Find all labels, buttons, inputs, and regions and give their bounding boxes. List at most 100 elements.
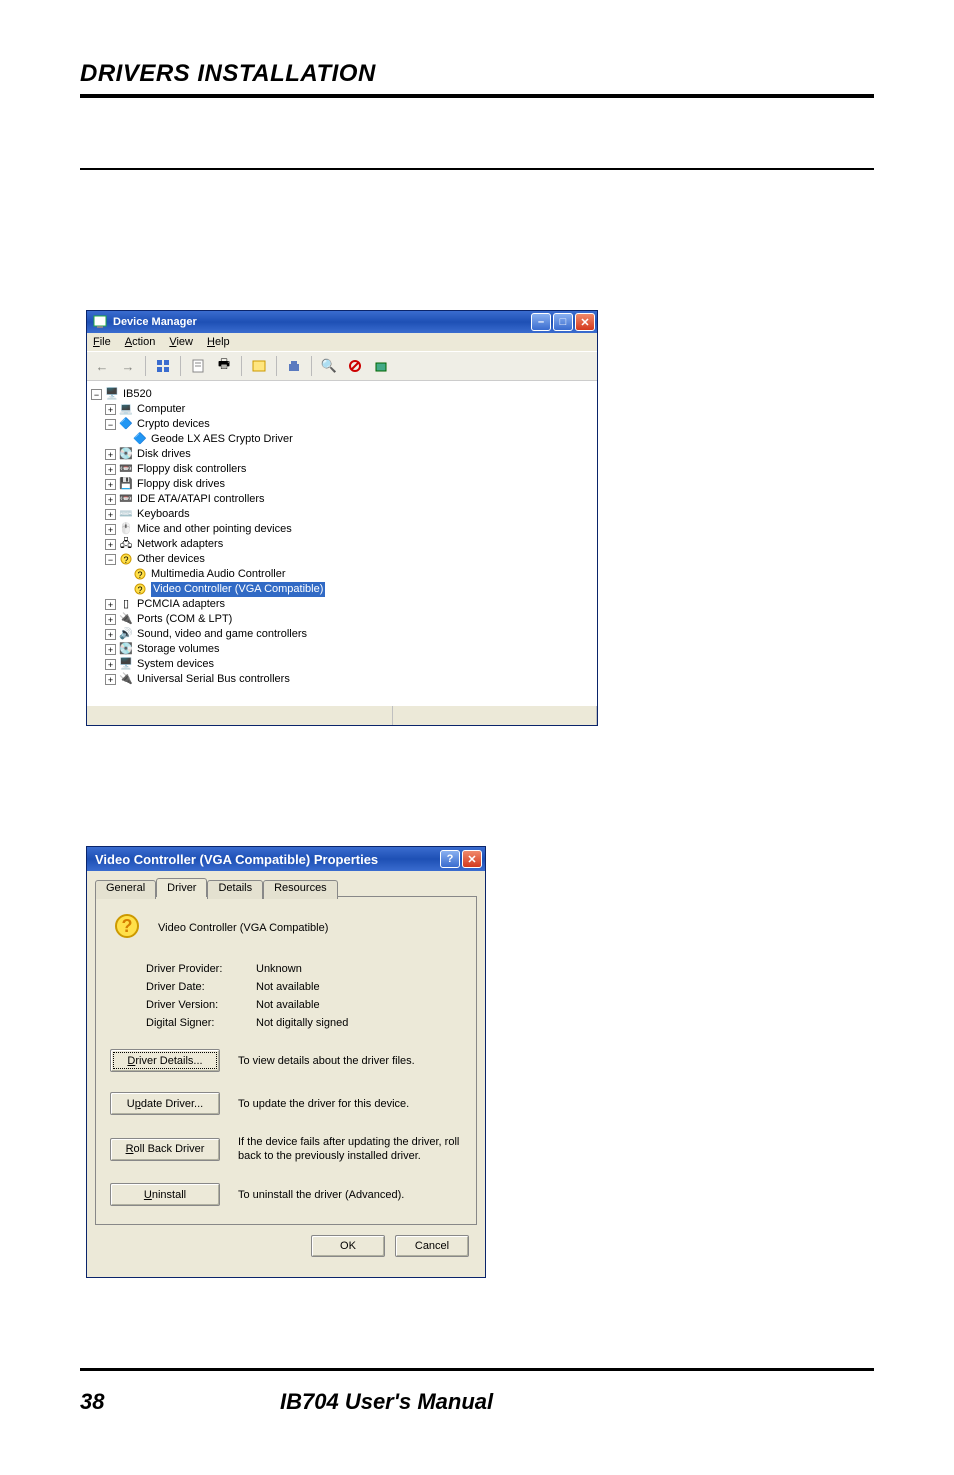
close-button[interactable]: ✕	[575, 313, 595, 331]
driver-details-button[interactable]: Driver Details...	[110, 1049, 220, 1072]
ide-icon: 📼	[119, 493, 133, 507]
expand-icon[interactable]: +	[105, 629, 116, 640]
menu-bar: File Action View Help	[87, 333, 597, 351]
expand-icon[interactable]: +	[105, 464, 116, 475]
menu-help[interactable]: Help	[207, 336, 230, 348]
menu-action[interactable]: Action	[125, 336, 156, 348]
tab-resources[interactable]: Resources	[263, 880, 338, 899]
expand-icon[interactable]: +	[105, 599, 116, 610]
expand-icon[interactable]: +	[105, 674, 116, 685]
separator	[311, 356, 312, 376]
storage-icon: 💽	[119, 643, 133, 657]
tab-general[interactable]: General	[95, 880, 156, 899]
question-icon: ?	[110, 911, 144, 945]
roll-back-desc: If the device fails after updating the d…	[238, 1135, 462, 1163]
expand-icon[interactable]: +	[105, 449, 116, 460]
tree-item[interactable]: Disk drives	[137, 447, 191, 462]
page-header: DRIVERS INSTALLATION	[80, 60, 874, 88]
label-provider: Driver Provider:	[146, 963, 256, 975]
floppy-controller-icon: 📼	[119, 463, 133, 477]
titlebar[interactable]: Video Controller (VGA Compatible) Proper…	[87, 847, 485, 871]
rule-thin	[80, 168, 874, 170]
expand-icon[interactable]: +	[105, 644, 116, 655]
tree-item[interactable]: Multimedia Audio Controller	[151, 567, 286, 582]
value-version: Not available	[256, 999, 320, 1011]
expand-icon[interactable]: +	[105, 539, 116, 550]
expand-icon[interactable]: +	[105, 479, 116, 490]
expand-icon[interactable]: +	[105, 614, 116, 625]
roll-back-button[interactable]: Roll Back Driver	[110, 1138, 220, 1161]
uninstall-button[interactable]: Uninstall	[110, 1183, 220, 1206]
menu-file[interactable]: File	[93, 336, 111, 348]
update-driver-desc: To update the driver for this device.	[238, 1097, 462, 1111]
rule-thick	[80, 94, 874, 98]
tree-item[interactable]: Floppy disk controllers	[137, 462, 246, 477]
cancel-button[interactable]: Cancel	[395, 1235, 469, 1257]
label-version: Driver Version:	[146, 999, 256, 1011]
expand-icon[interactable]: +	[105, 524, 116, 535]
forward-icon: →	[119, 357, 137, 375]
tree-item[interactable]: Floppy disk drives	[137, 477, 225, 492]
collapse-icon[interactable]: −	[105, 419, 116, 430]
footer-rule	[80, 1368, 874, 1371]
footer-title: IB704 User's Manual	[280, 1389, 493, 1415]
disable-icon[interactable]	[346, 357, 364, 375]
tree-item[interactable]: Sound, video and game controllers	[137, 627, 307, 642]
properties-dialog: Video Controller (VGA Compatible) Proper…	[86, 846, 486, 1278]
update-icon[interactable]	[250, 357, 268, 375]
tab-details[interactable]: Details	[207, 880, 263, 899]
page-footer: 38 IB704 User's Manual	[0, 1368, 954, 1415]
sound-icon: 🔊	[119, 628, 133, 642]
print-icon[interactable]: 🖶	[215, 357, 233, 375]
tree-item[interactable]: Crypto devices	[137, 417, 210, 432]
tree-root[interactable]: IB520	[123, 387, 152, 402]
tree-item[interactable]: Mice and other pointing devices	[137, 522, 292, 537]
collapse-icon[interactable]: −	[91, 389, 102, 400]
tree-item[interactable]: Computer	[137, 402, 185, 417]
titlebar[interactable]: Device Manager – □ ✕	[87, 311, 597, 333]
tree-item[interactable]: Ports (COM & LPT)	[137, 612, 232, 627]
tree-item[interactable]: Network adapters	[137, 537, 223, 552]
uninstall-desc: To uninstall the driver (Advanced).	[238, 1188, 462, 1202]
scan-icon[interactable]: 🔍	[320, 357, 338, 375]
menu-view[interactable]: View	[169, 336, 193, 348]
minimize-button[interactable]: –	[531, 313, 551, 331]
uninstall-icon[interactable]	[285, 357, 303, 375]
tree-item[interactable]: PCMCIA adapters	[137, 597, 225, 612]
expand-icon[interactable]: +	[105, 494, 116, 505]
svg-text:?: ?	[123, 555, 128, 565]
keyboard-icon: ⌨️	[119, 508, 133, 522]
help-button[interactable]: ?	[440, 850, 460, 868]
device-name: Video Controller (VGA Compatible)	[158, 922, 328, 934]
value-date: Not available	[256, 981, 320, 993]
expand-icon[interactable]: +	[105, 404, 116, 415]
value-signer: Not digitally signed	[256, 1017, 348, 1029]
update-driver-button[interactable]: Update Driver...	[110, 1092, 220, 1115]
tree-item-selected[interactable]: Video Controller (VGA Compatible)	[151, 582, 325, 597]
tree-item[interactable]: Universal Serial Bus controllers	[137, 672, 290, 687]
tree-item[interactable]: System devices	[137, 657, 214, 672]
grid-icon[interactable]	[154, 357, 172, 375]
separator	[276, 356, 277, 376]
tree-item[interactable]: Storage volumes	[137, 642, 220, 657]
device-tree[interactable]: −🖥️IB520 +💻Computer −🔷Crypto devices 🔷Ge…	[87, 381, 597, 705]
expand-icon[interactable]: +	[105, 659, 116, 670]
collapse-icon[interactable]: −	[105, 554, 116, 565]
separator	[180, 356, 181, 376]
tree-item[interactable]: Other devices	[137, 552, 205, 567]
tree-item[interactable]: Keyboards	[137, 507, 190, 522]
maximize-button[interactable]: □	[553, 313, 573, 331]
mouse-icon: 🖱️	[119, 523, 133, 537]
device-manager-window: Device Manager – □ ✕ File Action View He…	[86, 310, 598, 726]
ok-button[interactable]: OK	[311, 1235, 385, 1257]
tree-item[interactable]: IDE ATA/ATAPI controllers	[137, 492, 265, 507]
tab-driver[interactable]: Driver	[156, 878, 207, 897]
tree-item[interactable]: Geode LX AES Crypto Driver	[151, 432, 293, 447]
page-number: 38	[80, 1389, 280, 1415]
close-button[interactable]: ✕	[462, 850, 482, 868]
system-icon: 🖥️	[119, 658, 133, 672]
enable-icon[interactable]	[372, 357, 390, 375]
crypto-icon: 🔷	[133, 433, 147, 447]
properties-icon[interactable]	[189, 357, 207, 375]
expand-icon[interactable]: +	[105, 509, 116, 520]
